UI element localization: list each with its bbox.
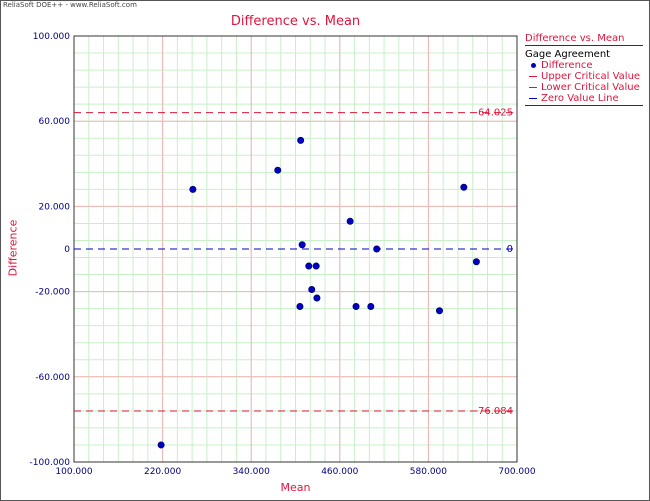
legend-item-difference: Difference xyxy=(525,60,643,71)
data-point xyxy=(189,185,197,193)
dashed-line-icon xyxy=(529,86,537,88)
data-point xyxy=(435,307,443,315)
y-tick-label: -20.000 xyxy=(35,288,70,298)
reference-line-label: -76.084 xyxy=(474,406,513,417)
legend-item-lower-critical: Lower Critical Value xyxy=(525,82,643,93)
data-point xyxy=(346,217,354,225)
data-point xyxy=(460,183,468,191)
dashed-line-icon xyxy=(529,97,537,99)
data-point xyxy=(312,262,320,270)
data-point xyxy=(274,166,282,174)
y-tick-label: 100.000 xyxy=(33,32,70,42)
x-tick-label: 580.000 xyxy=(410,467,447,477)
reference-line-label: 64.025 xyxy=(478,108,513,119)
legend-title: Difference vs. Mean xyxy=(525,33,643,46)
y-tick-label: 0 xyxy=(64,245,70,255)
y-tick-label: -100.000 xyxy=(30,458,71,468)
legend-item-zero-line: Zero Value Line xyxy=(525,93,643,104)
data-point xyxy=(308,285,316,293)
data-point xyxy=(157,441,165,449)
data-point xyxy=(352,303,360,311)
x-tick-label: 460.000 xyxy=(321,467,358,477)
data-point xyxy=(297,136,305,144)
reference-line-label: 0 xyxy=(507,244,513,255)
y-tick-label: -60.000 xyxy=(35,373,70,383)
data-point xyxy=(313,294,321,302)
legend-subtitle: Gage Agreement xyxy=(525,49,611,60)
data-point xyxy=(367,303,375,311)
data-point xyxy=(298,241,306,249)
dashed-line-icon xyxy=(529,75,537,77)
y-tick-label: 20.000 xyxy=(39,202,71,212)
x-tick-label: 700.000 xyxy=(498,467,535,477)
x-tick-label: 220.000 xyxy=(144,467,181,477)
data-point xyxy=(305,262,313,270)
point-marker-icon xyxy=(530,62,536,68)
x-tick-label: 340.000 xyxy=(233,467,270,477)
legend-divider xyxy=(525,105,643,106)
legend-item-upper-critical: Upper Critical Value xyxy=(525,71,643,82)
x-tick-label: 100.000 xyxy=(55,467,92,477)
legend: Difference vs. Mean Gage Agreement Diffe… xyxy=(525,33,643,106)
data-point xyxy=(472,258,480,266)
data-point xyxy=(373,245,381,253)
y-tick-label: 60.000 xyxy=(39,117,71,127)
data-point xyxy=(296,303,304,311)
